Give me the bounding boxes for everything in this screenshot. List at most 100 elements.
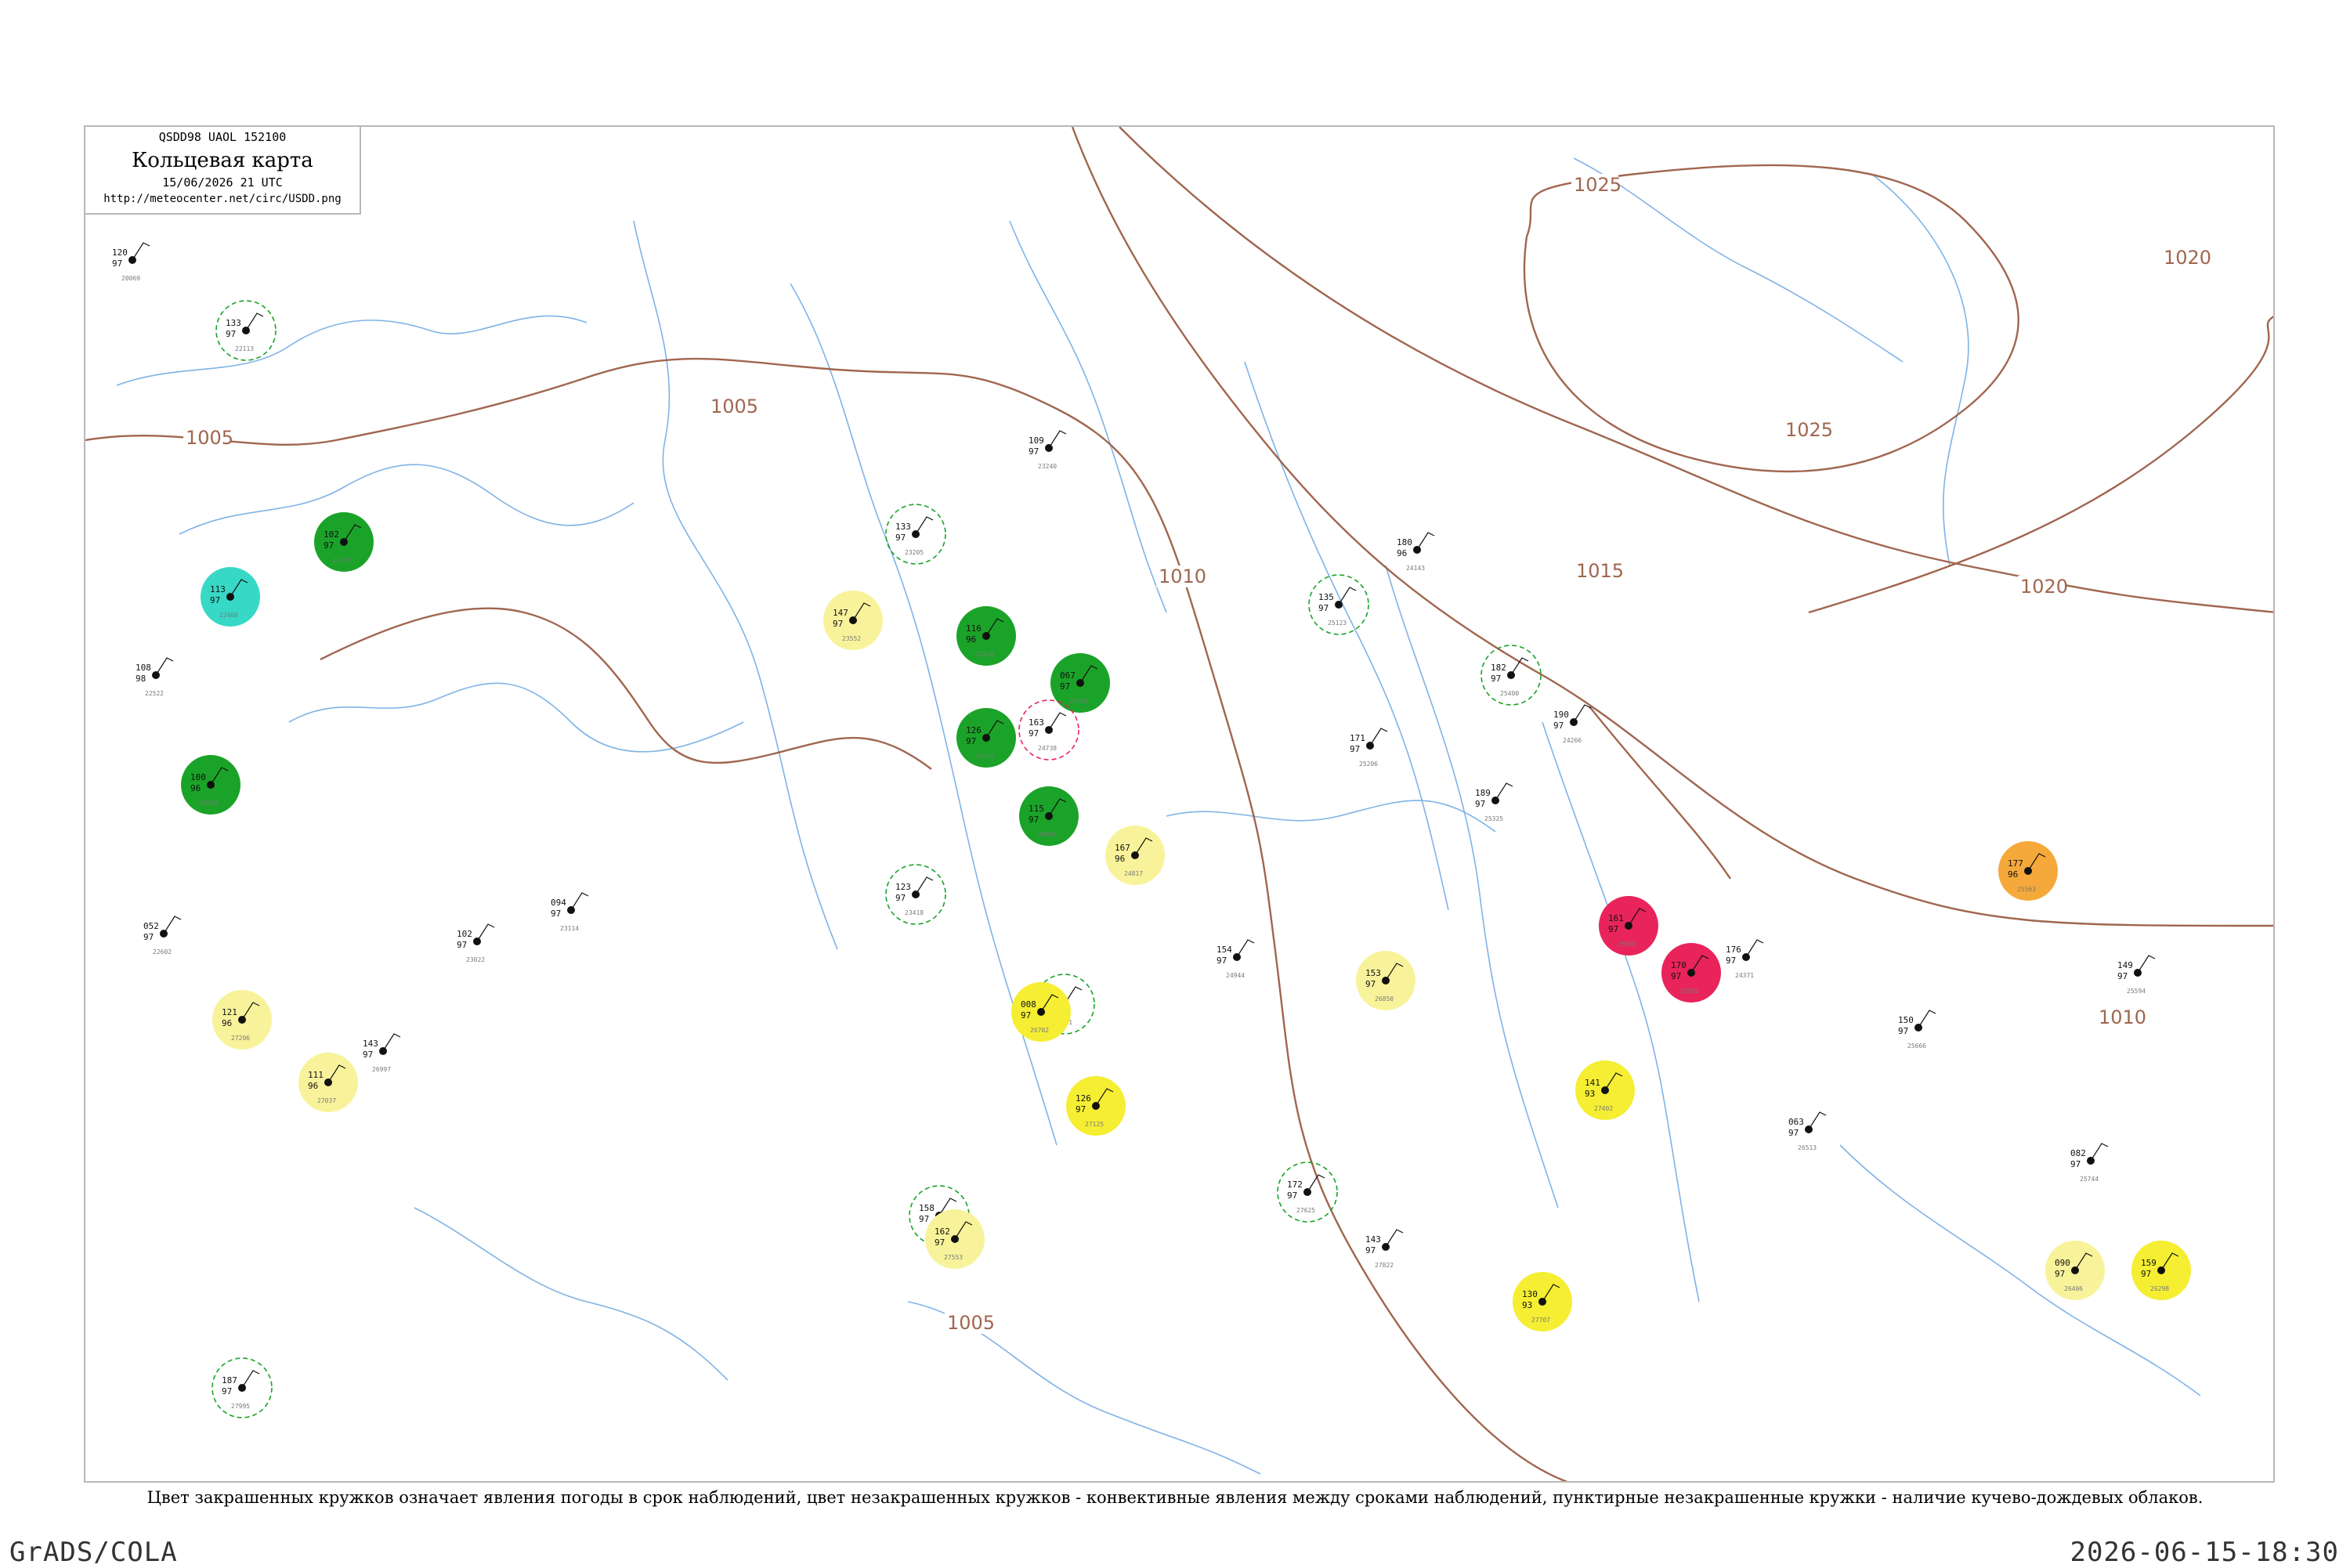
station-plot: 11196 27037 (298, 1053, 358, 1112)
station-id: 23226 (975, 651, 994, 658)
isobar-label-1015: 1015 (1576, 560, 1624, 582)
station-plot: 12097 20069 (112, 242, 150, 282)
isobar-labels: 1005 1005 1010 1015 1020 1020 1025 1025 … (183, 174, 2211, 1334)
station-plot: 17297 27625 (1277, 1162, 1338, 1223)
station-plot: 09497 23114 (551, 892, 589, 932)
station-plot: 18797 27995 (212, 1357, 273, 1418)
station-pressure: 111 (308, 1070, 324, 1080)
station-plot: 00897 26702 (1011, 982, 1071, 1042)
station-temperature: 97 (833, 619, 843, 629)
station-id: 27822 (1375, 1262, 1394, 1269)
station-id: 27402 (1594, 1105, 1613, 1112)
station-id: 23724 (1069, 698, 1088, 705)
station-pressure: 150 (1898, 1015, 1914, 1025)
map-header: QSDD98 UAOL 152100 Кольцевая карта 15/06… (85, 127, 361, 215)
station-plot: 06797 23724 (1050, 653, 1110, 713)
station-id: 24143 (1406, 565, 1425, 572)
station-temperature: 97 (1029, 815, 1039, 825)
synoptic-map: 1005 1005 1010 1015 1020 1020 1025 1025 … (84, 125, 2275, 1483)
station-temperature: 97 (551, 909, 561, 919)
station-pressure: 162 (935, 1227, 950, 1237)
station-pressure: 067 (1060, 670, 1076, 681)
station-id: 26298 (2150, 1285, 2169, 1292)
isobar-label-1010-east: 1010 (2099, 1006, 2146, 1028)
station-temperature: 97 (1788, 1128, 1799, 1138)
station-pressure: 094 (551, 898, 566, 908)
station-temperature: 97 (919, 1214, 929, 1224)
station-temperature: 96 (222, 1018, 232, 1028)
station-plot: 18096 24143 (1397, 532, 1435, 572)
station-pressure: 180 (1397, 537, 1412, 547)
river (1871, 173, 1969, 566)
station-id: 26997 (372, 1066, 391, 1073)
station-temperature: 97 (1491, 674, 1501, 684)
station-pressure: 052 (143, 921, 159, 931)
isobar-1020 (1808, 316, 2273, 614)
river (1385, 565, 1559, 1209)
station-id: 22602 (153, 948, 172, 956)
station-id: 25400 (1500, 690, 1519, 697)
isobar-label-1020-east: 1020 (2164, 247, 2211, 269)
river (288, 682, 744, 753)
station-plot: 11597 24507 (1019, 786, 1079, 846)
station-id: 25503 (1618, 941, 1636, 948)
isobar-label-1025: 1025 (1574, 174, 1622, 196)
station-temperature: 97 (324, 540, 334, 551)
rivers-layer (116, 157, 2201, 1475)
station-temperature: 97 (2055, 1269, 2065, 1279)
station-pressure: 190 (1553, 710, 1569, 720)
station-temperature: 97 (1671, 971, 1681, 981)
river (1244, 361, 1449, 911)
station-pressure: 170 (1671, 960, 1687, 970)
footer-timestamp: 2026-06-15-18:30 (2070, 1537, 2339, 1568)
footer-software: GrADS/COLA (9, 1537, 178, 1568)
river (1573, 157, 1904, 363)
station-plot: 10297 22217 (314, 512, 374, 572)
station-pressure: 133 (895, 522, 911, 532)
station-id: 22408 (219, 612, 238, 619)
station-id: 23114 (560, 925, 579, 932)
station-pressure: 133 (226, 318, 241, 328)
station-id: 25325 (1484, 815, 1503, 822)
station-pressure: 187 (222, 1375, 237, 1386)
station-temperature: 97 (457, 940, 467, 950)
station-pressure: 163 (1029, 717, 1044, 728)
station-plot: 1619725503 (1599, 896, 1658, 956)
station-id: 26513 (1798, 1144, 1817, 1151)
station-temperature: 96 (190, 783, 201, 793)
station-pressure: 147 (833, 608, 848, 618)
station-pressure: 123 (895, 882, 911, 892)
station-plot: 17697 24371 (1726, 939, 1764, 979)
isobar-1010-east (1589, 706, 1731, 880)
stations-layer: 1209720069133972211310297222171139722408… (112, 242, 2191, 1418)
station-pressure: 063 (1788, 1117, 1804, 1127)
station-pressure: 116 (966, 623, 982, 634)
station-temperature: 97 (1029, 728, 1039, 739)
station-pressure: 149 (2117, 960, 2133, 970)
station-plot: 17097 25551 (1661, 943, 1721, 1003)
station-temperature: 97 (112, 258, 122, 269)
river (179, 464, 634, 535)
station-plot: 11397 22408 (201, 567, 260, 627)
station-plot: 16796 24817 (1105, 826, 1165, 885)
station-plot: 14397 27822 (1365, 1229, 1404, 1269)
station-id: 27995 (231, 1403, 250, 1410)
station-pressure: 182 (1491, 663, 1506, 673)
station-id: 23240 (1038, 463, 1057, 470)
station-id: 27707 (1531, 1317, 1550, 1324)
river (1009, 220, 1167, 613)
station-id: 26406 (2064, 1285, 2083, 1292)
station-id: 25551 (1680, 988, 1699, 995)
station-plot: 14797 23552 (823, 591, 883, 650)
station-plot: 15997 26298 (2131, 1241, 2191, 1300)
station-id: 25123 (1328, 620, 1347, 627)
station-plot: 12196 27206 (212, 990, 272, 1050)
station-id: 22217 (333, 557, 352, 564)
station-temperature: 97 (2070, 1159, 2081, 1169)
station-pressure: 171 (1350, 733, 1365, 743)
station-temperature: 97 (1475, 799, 1485, 809)
map-canvas: 1005 1005 1010 1015 1020 1020 1025 1025 … (85, 127, 2273, 1481)
station-temperature: 96 (2008, 869, 2018, 880)
station-temperature: 97 (226, 329, 236, 339)
station-pressure: 102 (324, 529, 339, 540)
